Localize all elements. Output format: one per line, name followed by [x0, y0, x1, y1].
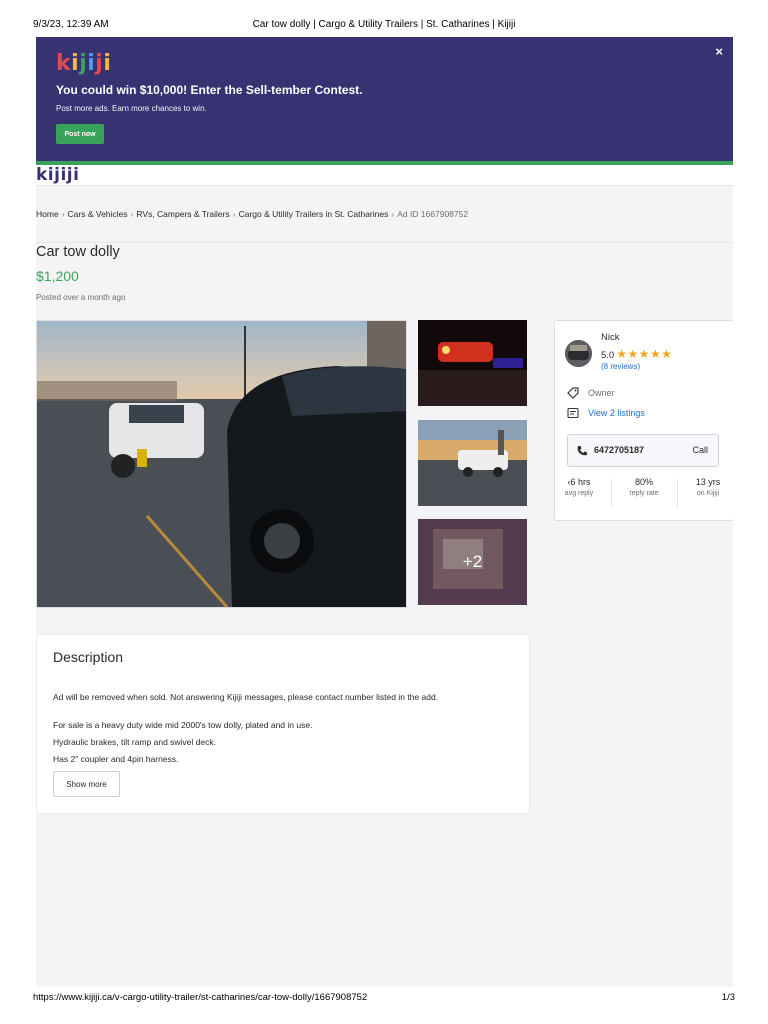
description-line: Has 2" coupler and 4pin harness.	[53, 754, 179, 764]
seller-type-label: Owner	[588, 388, 615, 398]
divider	[677, 479, 678, 507]
description-card: Description Ad will be removed when sold…	[36, 634, 530, 814]
breadcrumb-home[interactable]: Home	[36, 209, 59, 219]
thumbnail-photo-more[interactable]: +2	[418, 519, 527, 605]
navbar: kijiji	[36, 165, 733, 186]
ad-title: Car tow dolly	[36, 244, 120, 260]
posted-date: Posted over a month ago	[36, 293, 126, 302]
main-photo[interactable]	[36, 320, 407, 608]
banner-subtext: Post more ads. Earn more chances to win.	[56, 104, 207, 113]
seller-card: Nick 5.0 ★★★★★ (8 reviews) Owner View 2 l…	[554, 320, 733, 521]
seller-avatar[interactable]	[565, 340, 592, 367]
call-button[interactable]: Call	[692, 445, 708, 455]
ad-id: Ad ID 1667908752	[397, 209, 469, 219]
breadcrumb-cargo-trailers[interactable]: Cargo & Utility Trailers in St. Catharin…	[239, 209, 389, 219]
page: kijiji You could win $10,000! Enter the …	[36, 37, 733, 987]
seller-rating: 5.0 ★★★★★	[601, 347, 673, 361]
site-logo[interactable]: kijiji	[36, 165, 79, 185]
seller-type: Owner	[567, 387, 615, 399]
description-line: Hydraulic brakes, tilt ramp and swivel d…	[53, 737, 216, 747]
reviews-link[interactable]: (8 reviews)	[601, 362, 640, 371]
breadcrumb-separator: ›	[232, 209, 236, 219]
breadcrumb: Home › Cars & Vehicles › RVs, Campers & Trai…	[36, 209, 468, 219]
breadcrumb-separator: ›	[130, 209, 134, 219]
stat-value: 80%	[634, 477, 653, 487]
tag-icon	[567, 387, 581, 399]
listings-icon	[567, 407, 581, 419]
phone-number: 6472705187	[594, 445, 645, 455]
thumbnail-photo[interactable]	[418, 420, 527, 506]
close-icon[interactable]: ×	[715, 44, 723, 59]
stat-label: reply rate	[629, 490, 659, 497]
description-heading: Description	[53, 649, 124, 665]
phone-button[interactable]: 6472705187 Call	[567, 434, 719, 467]
more-photos-count: +2	[418, 519, 527, 605]
page-url: https://www.kijiji.ca/v-cargo-utility-tr…	[33, 992, 368, 1003]
seller-stats: ‹6 hrs avg reply 80% reply rate 13 yrs o…	[555, 477, 733, 509]
star-rating-icon: ★★★★★	[616, 347, 673, 361]
view-listings-link[interactable]: View 2 listings	[567, 407, 645, 419]
banner-logo[interactable]: kijiji	[56, 51, 111, 76]
ad-price: $1,200	[36, 268, 79, 284]
breadcrumb-separator: ›	[61, 209, 65, 219]
show-more-button[interactable]: Show more	[53, 771, 120, 797]
stat-avg-reply: ‹6 hrs avg reply	[561, 477, 597, 497]
breadcrumb-rvs[interactable]: RVs, Campers & Trailers	[136, 209, 229, 219]
rating-value: 5.0	[601, 350, 615, 361]
description-line: Ad will be removed when sold. Not answer…	[53, 692, 439, 702]
print-title: Car tow dolly | Cargo & Utility Trailers…	[252, 19, 516, 30]
promo-banner: kijiji You could win $10,000! Enter the …	[36, 37, 733, 165]
print-header: 9/3/23, 12:39 AM Car tow dolly | Cargo &…	[0, 0, 768, 36]
breadcrumb-separator: ›	[391, 209, 395, 219]
description-line: For sale is a heavy duty wide mid 2000's…	[53, 720, 313, 730]
stat-label: on Kijiji	[696, 490, 720, 497]
phone-icon	[576, 444, 588, 462]
stat-on-kijiji: 13 yrs on Kijiji	[687, 477, 729, 497]
stat-label: avg reply	[564, 490, 594, 497]
page-number: 1/3	[721, 992, 735, 1003]
divider	[611, 479, 612, 507]
stat-value: ‹6 hrs	[567, 477, 591, 487]
banner-headline: You could win $10,000! Enter the Sell-te…	[56, 83, 363, 97]
divider	[36, 242, 733, 243]
seller-name[interactable]: Nick	[601, 332, 619, 343]
view-listings-label: View 2 listings	[588, 408, 645, 418]
thumbnail-photo[interactable]	[418, 320, 527, 406]
stat-value: 13 yrs	[695, 477, 721, 487]
stat-reply-rate: 80% reply rate	[617, 477, 671, 497]
breadcrumb-cars-vehicles[interactable]: Cars & Vehicles	[68, 209, 128, 219]
post-now-button[interactable]: Post now	[56, 124, 104, 144]
